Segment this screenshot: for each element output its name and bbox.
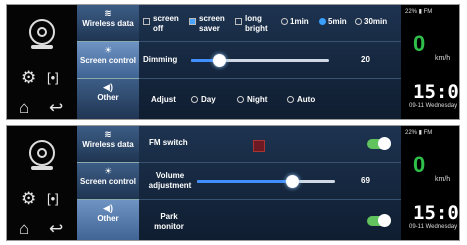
status-panel: 22% ▮ FM 0 km/h 15:03 09-11 Wednesday bbox=[401, 126, 459, 240]
brightness-icon: ☀ bbox=[103, 166, 113, 176]
30min-radio[interactable] bbox=[355, 18, 362, 25]
30min-label: 30min bbox=[364, 17, 388, 26]
tab-other[interactable]: ◀) Other bbox=[77, 200, 139, 240]
settings-content: FM switch Volume adjustment 69 Park moni… bbox=[139, 126, 401, 240]
clock-date: 09-11 Wednesday bbox=[409, 224, 458, 230]
fm-switch-row: FM switch bbox=[139, 126, 401, 163]
volume-value: 69 bbox=[361, 176, 370, 185]
clock-date: 09-11 Wednesday bbox=[409, 103, 458, 109]
wifi-icon: ≋ bbox=[104, 8, 112, 18]
battery-fm-status: 22% ▮ FM bbox=[405, 130, 433, 136]
speaker-icon: ◀) bbox=[103, 203, 113, 213]
speaker-icon: ◀) bbox=[103, 82, 113, 92]
screen-off-label: screen off bbox=[153, 14, 179, 33]
tab-wireless-data[interactable]: ≋ Wireless data bbox=[77, 5, 139, 42]
settings-tabs: ≋ Wireless data ☀ Screen control ◀) Othe… bbox=[77, 126, 139, 240]
status-panel: 22% ▮ FM 0 km/h 15:03 09-11 Wednesday bbox=[401, 5, 459, 119]
home-icon[interactable]: ⌂ bbox=[19, 99, 29, 116]
wifi-icon: ≋ bbox=[104, 129, 112, 139]
dimming-value: 20 bbox=[361, 55, 370, 64]
dimming-slider-knob[interactable] bbox=[212, 54, 226, 67]
day-radio[interactable] bbox=[191, 96, 198, 103]
adjust-row: Adjust Day Night Auto bbox=[139, 79, 401, 119]
clock-time: 15:03 bbox=[413, 202, 459, 224]
tab-screen-control[interactable]: ☀ Screen control bbox=[77, 163, 139, 200]
tab-label: Screen control bbox=[79, 177, 136, 186]
indicator-square bbox=[253, 140, 265, 152]
night-label: Night bbox=[247, 95, 268, 104]
volume-row: Volume adjustment 69 bbox=[139, 163, 401, 200]
brightness-icon: ☀ bbox=[103, 45, 113, 55]
fm-switch-label: FM switch bbox=[149, 138, 188, 147]
volume-slider-knob[interactable] bbox=[286, 175, 300, 188]
home-icon[interactable]: ⌂ bbox=[19, 220, 29, 237]
left-icon-bar: ⚙ [•] ⌂ ↩ bbox=[7, 5, 77, 119]
dimming-label: Dimming bbox=[143, 55, 178, 64]
settings-screen-display: ⚙ [•] ⌂ ↩ ≋ Wireless data ☀ Screen contr… bbox=[6, 4, 460, 120]
left-icon-bar: ⚙ [•] ⌂ ↩ bbox=[7, 126, 77, 240]
screen-saver-checkbox[interactable] bbox=[189, 18, 196, 25]
volume-slider[interactable] bbox=[197, 175, 335, 188]
park-monitor-label: Park monitor bbox=[154, 212, 184, 231]
clock-time: 15:03 bbox=[413, 81, 459, 103]
speed-unit: km/h bbox=[435, 176, 451, 183]
long-bright-checkbox[interactable] bbox=[235, 18, 242, 25]
tab-other[interactable]: ◀) Other bbox=[77, 79, 139, 119]
camera-stand bbox=[31, 45, 53, 49]
gear-icon[interactable]: ⚙ bbox=[21, 190, 36, 207]
screen-off-checkbox[interactable] bbox=[143, 18, 150, 25]
auto-label: Auto bbox=[297, 95, 316, 104]
1min-radio[interactable] bbox=[281, 18, 288, 25]
volume-slider-fill bbox=[197, 180, 293, 183]
day-label: Day bbox=[201, 95, 216, 104]
back-arrow-icon[interactable]: ↩ bbox=[49, 220, 63, 237]
tab-screen-control[interactable]: ☀ Screen control bbox=[77, 42, 139, 79]
settings-content: screen off screen saver long bright 1min… bbox=[139, 5, 401, 119]
1min-label: 1min bbox=[290, 17, 309, 26]
screen-timeout-row: screen off screen saver long bright 1min… bbox=[139, 5, 401, 42]
settings-screen-other: ⚙ [•] ⌂ ↩ ≋ Wireless data ☀ Screen contr… bbox=[6, 125, 460, 241]
night-radio[interactable] bbox=[237, 96, 244, 103]
screen-saver-label: screen saver bbox=[199, 14, 225, 33]
tab-label: Screen control bbox=[79, 56, 136, 65]
tab-label: Other bbox=[97, 93, 119, 102]
dimming-slider[interactable] bbox=[191, 54, 329, 67]
toggle-knob bbox=[378, 214, 391, 227]
tab-label: Wireless data bbox=[82, 140, 134, 149]
back-arrow-icon[interactable]: ↩ bbox=[49, 99, 63, 116]
park-monitor-row: Park monitor bbox=[139, 200, 401, 240]
5min-radio[interactable] bbox=[319, 18, 326, 25]
toggle-knob bbox=[378, 137, 391, 150]
camera-icon[interactable] bbox=[29, 140, 55, 166]
tab-wireless-data[interactable]: ≋ Wireless data bbox=[77, 126, 139, 163]
tab-label: Other bbox=[97, 214, 119, 223]
speed-unit: km/h bbox=[435, 55, 451, 62]
auto-radio[interactable] bbox=[287, 96, 294, 103]
screen-cast-icon[interactable]: [•] bbox=[47, 192, 59, 205]
screen-cast-icon[interactable]: [•] bbox=[47, 71, 59, 84]
battery-fm-status: 22% ▮ FM bbox=[405, 9, 433, 15]
speed-value: 0 bbox=[413, 31, 426, 56]
gear-icon[interactable]: ⚙ bbox=[21, 69, 36, 86]
camera-stand bbox=[31, 166, 53, 170]
dimming-row: Dimming 20 bbox=[139, 42, 401, 79]
speed-value: 0 bbox=[413, 152, 426, 177]
camera-icon[interactable] bbox=[29, 19, 55, 45]
volume-label: Volume adjustment bbox=[148, 171, 192, 190]
5min-label: 5min bbox=[328, 17, 347, 26]
tab-label: Wireless data bbox=[82, 19, 134, 28]
long-bright-label: long bright bbox=[245, 14, 268, 33]
adjust-label: Adjust bbox=[151, 95, 176, 104]
settings-tabs: ≋ Wireless data ☀ Screen control ◀) Othe… bbox=[77, 5, 139, 119]
park-monitor-toggle[interactable] bbox=[367, 214, 391, 227]
fm-switch-toggle[interactable] bbox=[367, 137, 391, 150]
